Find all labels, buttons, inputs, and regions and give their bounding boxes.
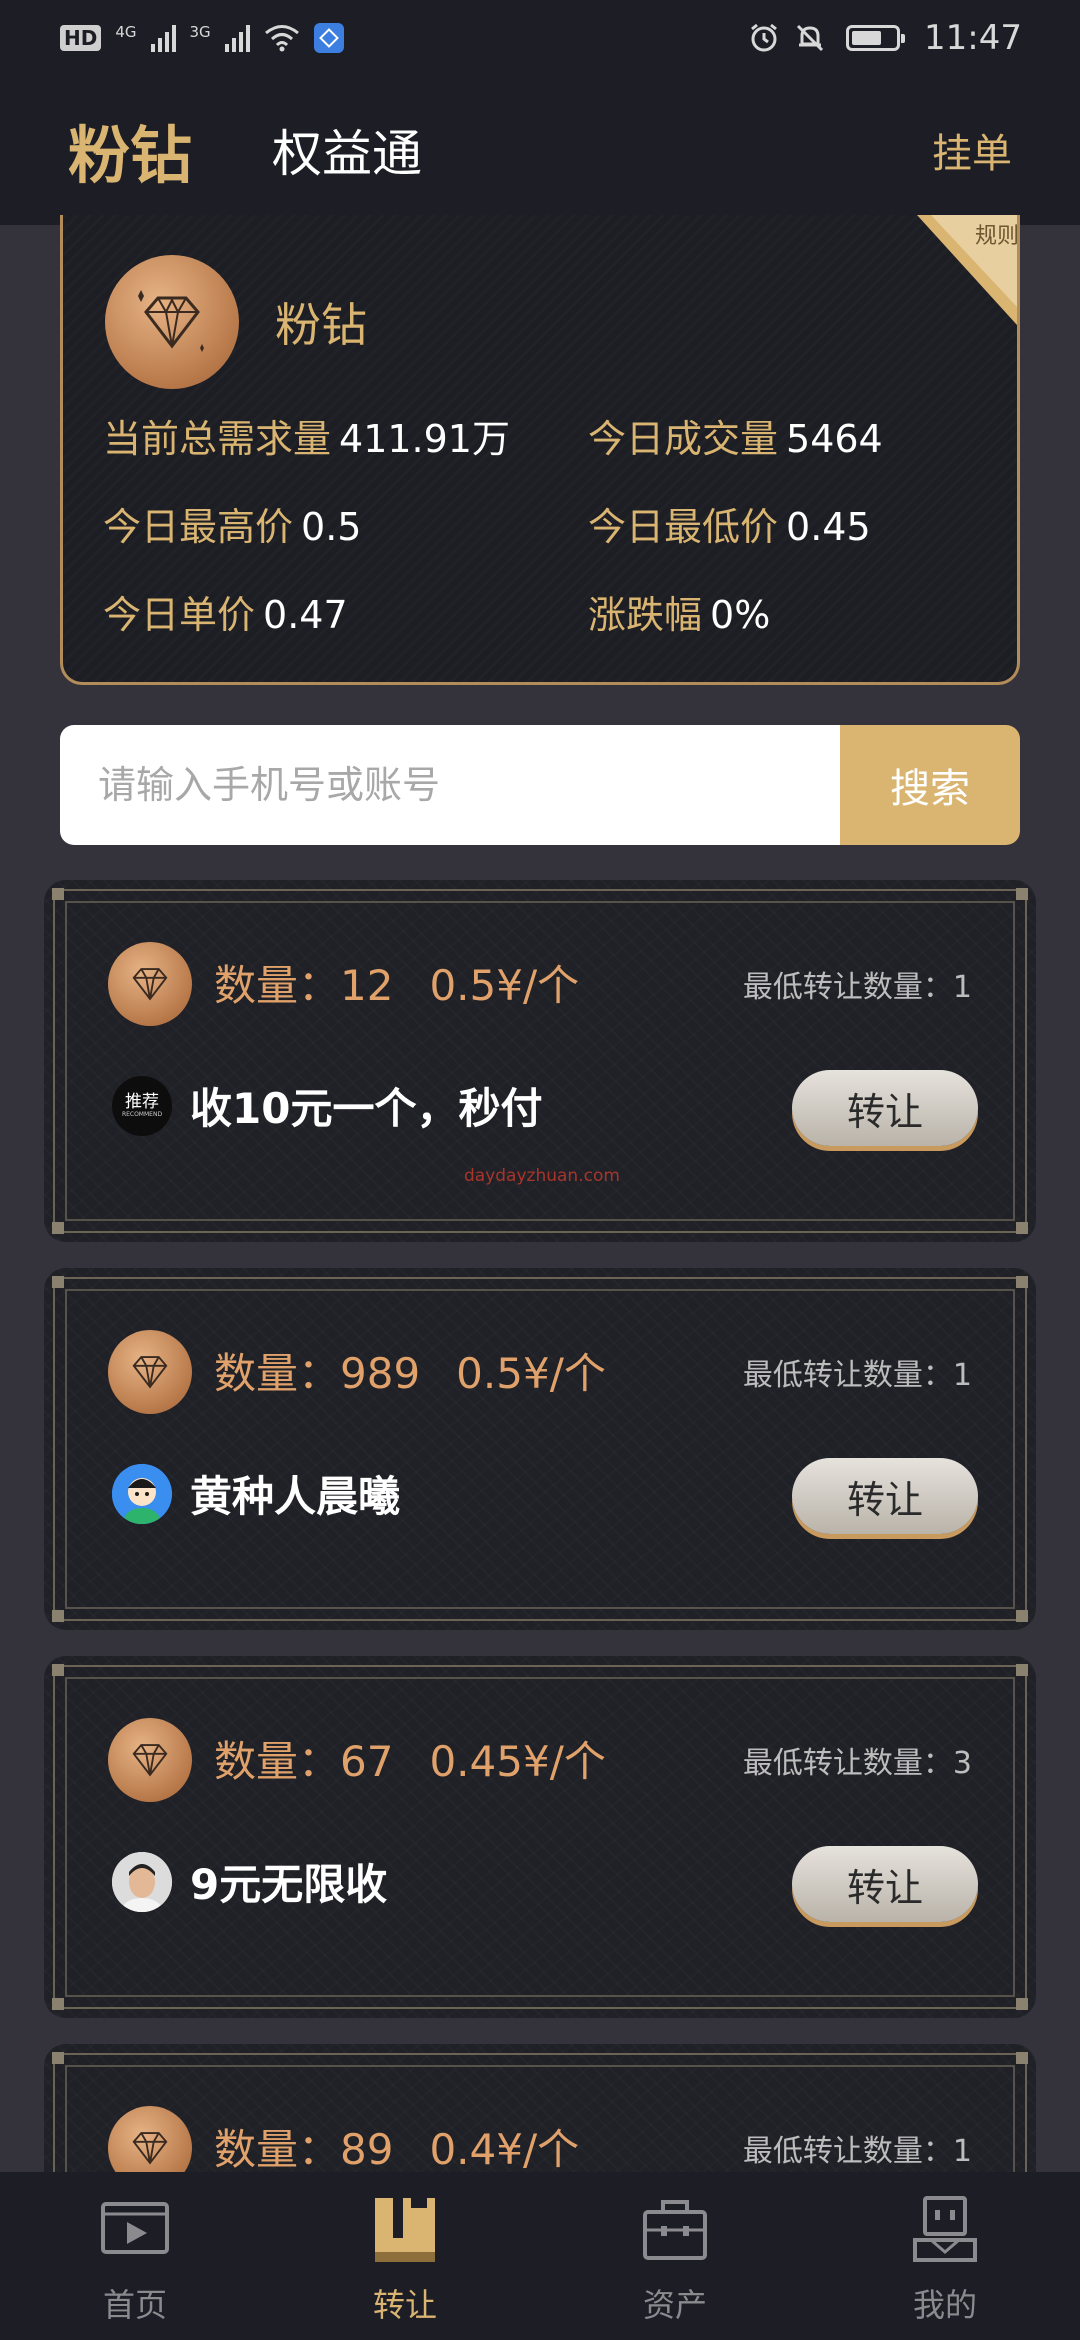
status-left: HD 4G 3G — [60, 22, 344, 53]
transfer-button[interactable]: 转让 — [792, 1458, 978, 1534]
seller-name: 9元无限收 — [190, 1860, 388, 1909]
search-input[interactable] — [60, 725, 840, 845]
bottom-nav: 首页 转让 资产 我的 — [0, 2172, 1080, 2340]
nav-label: 我的 — [912, 2286, 977, 2324]
stat-total-demand: 当前总需求量 411.91万 — [103, 417, 510, 461]
search-bar: 搜索 — [60, 725, 1020, 845]
rules-char-1: 规则 — [975, 224, 1017, 249]
app-root: HD 4G 3G 11:47 粉钻 权益通 挂单 规则 粉钻 当前总需求量 41… — [0, 0, 1080, 2340]
rules-ribbon[interactable]: 规则 — [917, 215, 1017, 325]
diamond-coin-icon — [108, 1330, 192, 1414]
diamond-coin-icon — [108, 942, 192, 1026]
post-order-button[interactable]: 挂单 — [932, 121, 1012, 179]
user-avatar — [112, 1463, 172, 1524]
nav-transfer[interactable]: 转让 — [270, 2172, 540, 2340]
seller-name: 收10元一个，秒付 — [190, 1084, 543, 1133]
assets-icon — [643, 2200, 707, 2260]
signal-icon — [150, 24, 176, 52]
listing-quantity-price: 数量：12 0.5¥/个 — [214, 961, 580, 1010]
summary-title: 粉钻 — [275, 298, 367, 352]
stat-today-volume: 今日成交量 5464 — [588, 417, 883, 461]
card-frame — [52, 1276, 1028, 1622]
listing-quantity-price: 数量：89 0.4¥/个 — [214, 2125, 580, 2174]
alarm-icon — [751, 23, 777, 51]
search-button[interactable]: 搜索 — [840, 725, 1020, 845]
stat-today-price: 今日单价 0.47 — [103, 593, 348, 637]
hd-icon: HD — [60, 24, 102, 51]
sim1-network-label: 4G — [115, 22, 137, 41]
listing-card: 数量：67 0.45¥/个 最低转让数量：3 9元无限收 转让 — [44, 1656, 1036, 2018]
signal-icon — [224, 24, 250, 52]
watermark: daydayzhuan.com — [464, 1166, 620, 1186]
listing-quantity-price: 数量：989 0.5¥/个 — [214, 1349, 606, 1398]
nav-home[interactable]: 首页 — [0, 2172, 270, 2340]
diamond-coin-icon — [105, 255, 239, 389]
profile-icon — [913, 2196, 977, 2262]
nav-assets[interactable]: 资产 — [540, 2172, 810, 2340]
stat-today-high: 今日最高价 0.5 — [103, 505, 362, 549]
listing-min-qty: 最低转让数量：1 — [742, 970, 972, 1005]
recommend-avatar: 推荐 RECOMMEND — [112, 1075, 172, 1136]
stat-today-low: 今日最低价 0.45 — [588, 505, 871, 549]
status-bar: HD 4G 3G 11:47 — [0, 0, 1080, 75]
tab-rights-pass[interactable]: 权益通 — [272, 114, 422, 186]
battery-icon — [846, 24, 906, 51]
sim2-network-label: 3G — [189, 22, 211, 41]
clock: 11:47 — [924, 17, 1022, 58]
listing-card: 数量：12 0.5¥/个 最低转让数量：1 推荐 RECOMMEND 收10元一个… — [44, 880, 1036, 1242]
listing-card: 数量：989 0.5¥/个 最低转让数量：1 黄种人晨曦 转让 — [44, 1268, 1036, 1630]
listing-min-qty: 最低转让数量：1 — [742, 1358, 972, 1393]
diamond-coin-icon — [108, 1718, 192, 1802]
listing-quantity-price: 数量：67 0.45¥/个 — [214, 1737, 606, 1786]
summary-card: 规则 粉钻 当前总需求量 411.91万 今日成交量 5464 今日最高价 0.5 今… — [60, 215, 1020, 685]
summary-header: 粉钻 — [105, 255, 367, 389]
header: 粉钻 权益通 挂单 — [0, 75, 1080, 225]
nav-label: 资产 — [642, 2286, 707, 2324]
listing-min-qty: 最低转让数量：1 — [742, 2134, 972, 2169]
transfer-button[interactable]: 转让 — [792, 1846, 978, 1922]
stats-grid: 当前总需求量 411.91万 今日成交量 5464 今日最高价 0.5 今日最低价 0.… — [103, 410, 993, 644]
seller-info: 黄种人晨曦 — [112, 1463, 400, 1524]
nav-profile[interactable]: 我的 — [810, 2172, 1080, 2340]
transfer-icon — [375, 2198, 435, 2262]
seller-info: 推荐 RECOMMEND 收10元一个，秒付 — [112, 1075, 542, 1136]
home-video-icon — [101, 2202, 169, 2254]
stat-change: 涨跌幅 0% — [588, 593, 771, 637]
nav-label: 转让 — [372, 2286, 437, 2324]
card-frame — [52, 1664, 1028, 2010]
app-notification-icon — [313, 22, 344, 53]
seller-name: 黄种人晨曦 — [190, 1472, 401, 1521]
tab-pink-diamond[interactable]: 粉钻 — [68, 105, 192, 195]
wifi-icon — [264, 24, 299, 51]
mute-icon — [796, 24, 824, 51]
transfer-button[interactable]: 转让 — [792, 1070, 978, 1146]
status-right: 11:47 — [748, 18, 1022, 58]
user-avatar — [112, 1851, 172, 1912]
seller-info: 9元无限收 — [112, 1851, 387, 1912]
listing-min-qty: 最低转让数量：3 — [742, 1746, 972, 1781]
nav-label: 首页 — [102, 2286, 167, 2324]
